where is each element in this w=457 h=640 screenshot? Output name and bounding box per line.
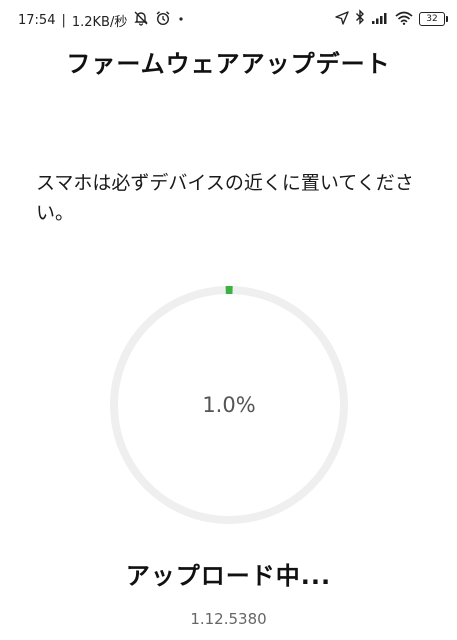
dot-icon bbox=[177, 10, 185, 30]
instruction-text: スマホは必ずデバイスの近くに置いてください。 bbox=[36, 172, 414, 224]
battery-icon: 32 bbox=[419, 12, 448, 26]
progress-ring: 1.0% bbox=[108, 284, 350, 526]
location-icon bbox=[335, 10, 349, 29]
signal-icon bbox=[371, 10, 389, 29]
bluetooth-icon bbox=[355, 9, 365, 29]
status-right: 32 bbox=[335, 9, 448, 29]
progress-percentage: 1.0% bbox=[202, 393, 256, 417]
network-speed: 1.2KB/秒 bbox=[71, 14, 128, 30]
alarm-icon bbox=[155, 10, 171, 30]
upload-status: アップロード中... bbox=[125, 562, 332, 590]
page-title: ファームウェアアップデート bbox=[66, 50, 391, 78]
status-bar: 17:54 | 1.2KB/秒 32 bbox=[0, 0, 457, 36]
status-left: 17:54 | 1.2KB/秒 bbox=[18, 10, 185, 30]
firmware-version: 1.12.5380 bbox=[190, 610, 267, 628]
status-separator: | bbox=[61, 12, 66, 28]
status-time: 17:54 bbox=[18, 12, 56, 28]
mute-icon bbox=[133, 10, 149, 30]
wifi-icon bbox=[395, 10, 413, 29]
